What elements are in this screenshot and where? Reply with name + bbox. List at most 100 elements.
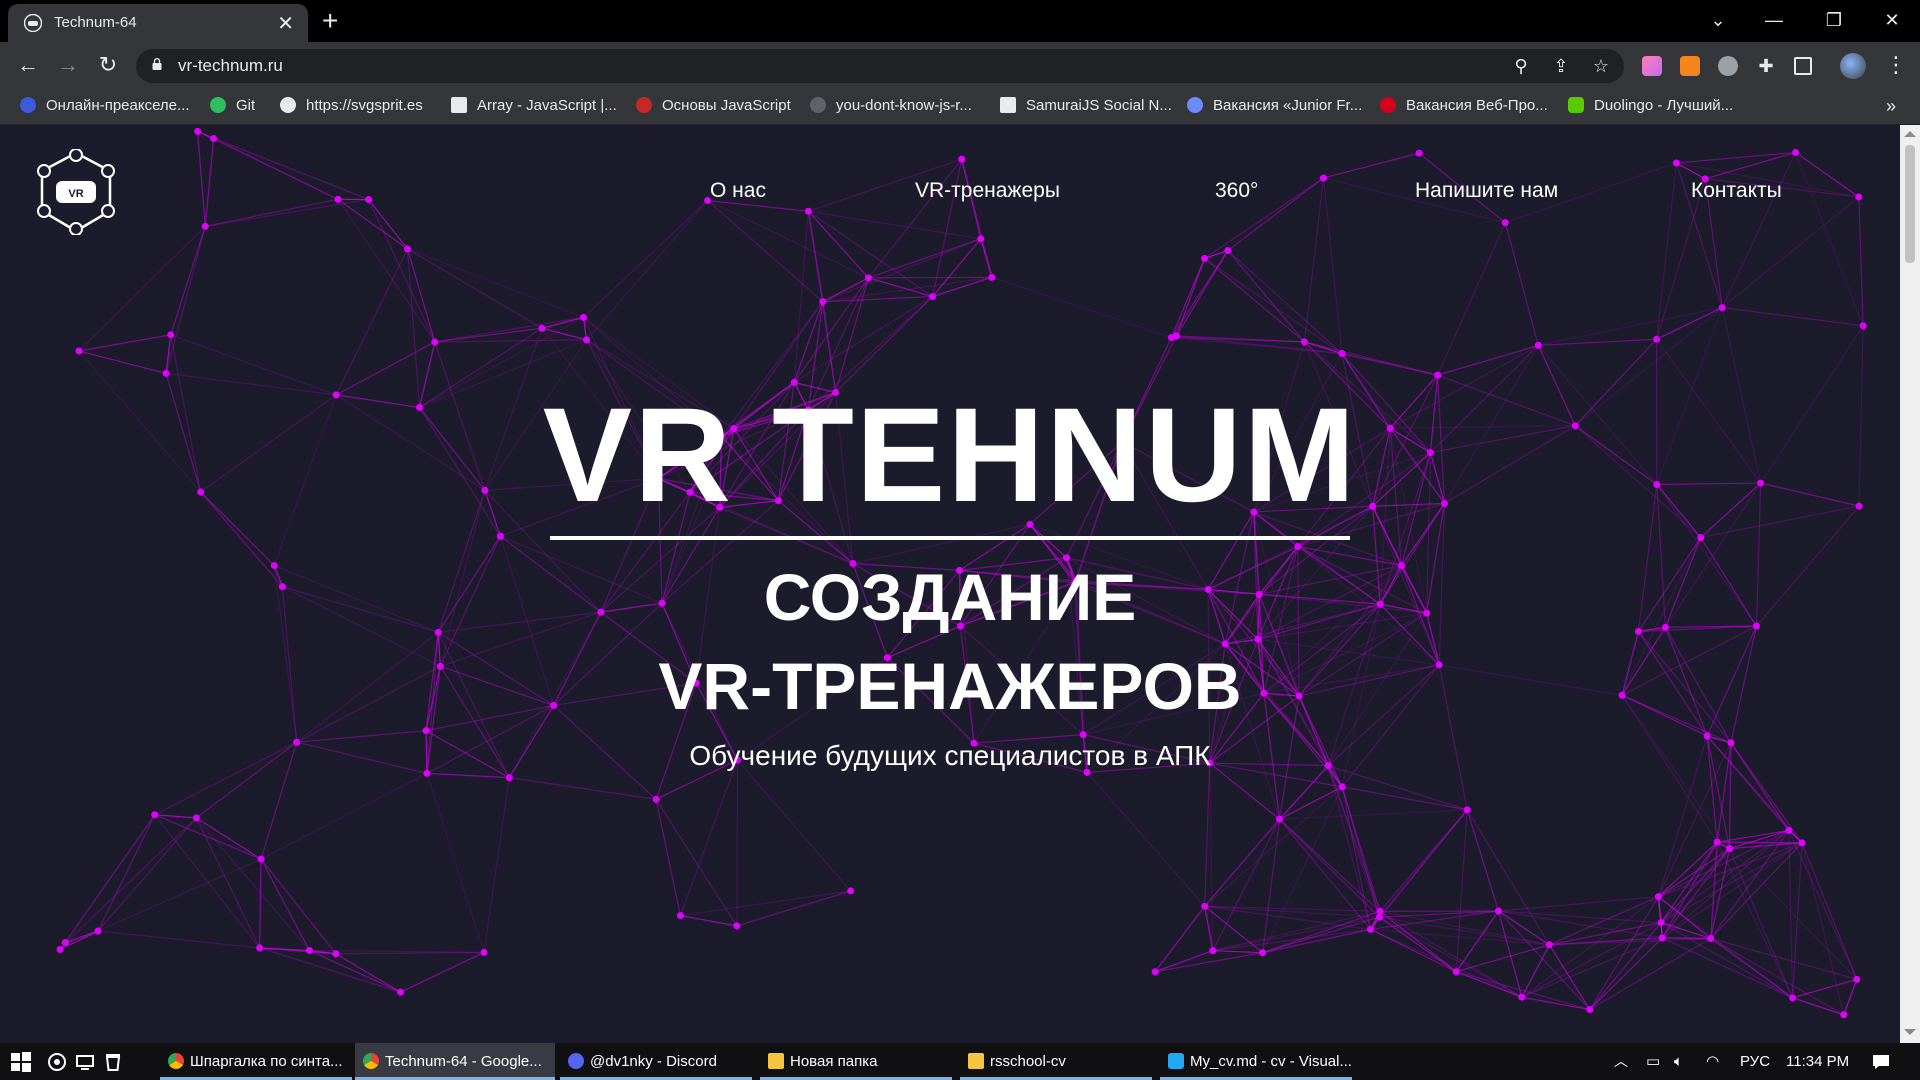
- network-link: [1455, 910, 1499, 973]
- lock-icon[interactable]: [152, 58, 162, 70]
- network-link: [586, 200, 709, 341]
- notifications-icon[interactable]: [1870, 1051, 1892, 1073]
- network-node: [1209, 947, 1217, 955]
- nav-link-write-us[interactable]: Напишите нам: [1415, 179, 1558, 203]
- back-icon[interactable]: ←: [12, 50, 44, 82]
- network-node: [1375, 913, 1383, 921]
- folder-icon: [768, 1053, 784, 1069]
- taskbar-app[interactable]: rsschool-cv: [960, 1043, 1152, 1080]
- reload-icon[interactable]: ↻: [92, 50, 124, 82]
- minimize-window-icon[interactable]: —: [1746, 4, 1802, 36]
- language-indicator[interactable]: РУС: [1740, 1043, 1770, 1080]
- nav-link-about[interactable]: О нас: [710, 179, 766, 203]
- hero-title: VR TEHNUM: [542, 381, 1358, 530]
- taskbar-app[interactable]: Шпаргалка по синта...: [160, 1043, 352, 1080]
- network-node: [496, 532, 504, 540]
- network-node: [1658, 934, 1666, 942]
- vpn-globe-extension-icon[interactable]: [1718, 56, 1738, 76]
- nav-link-360[interactable]: 360°: [1215, 179, 1258, 203]
- network-node: [1079, 731, 1087, 739]
- browser-tab-active[interactable]: Technum-64 ✕: [8, 4, 308, 42]
- bookmark-item[interactable]: Онлайн-преакселе...: [20, 94, 190, 118]
- bookmark-star-icon[interactable]: ☆: [1590, 56, 1612, 78]
- scrollbar-thumb[interactable]: [1905, 145, 1915, 263]
- folder-icon: [968, 1053, 984, 1069]
- network-node: [1338, 783, 1346, 791]
- windows-start-icon[interactable]: [10, 1051, 32, 1073]
- network-node: [1151, 968, 1159, 976]
- network-link: [1155, 952, 1263, 973]
- restore-window-icon[interactable]: ❐: [1806, 4, 1862, 36]
- scroll-down-arrow-icon[interactable]: [1904, 1029, 1916, 1035]
- network-link: [867, 158, 963, 279]
- wifi-icon[interactable]: ◠: [1706, 1043, 1719, 1080]
- site-logo[interactable]: VR: [36, 149, 116, 235]
- bookmark-item[interactable]: Duolingo - Лучший...: [1568, 94, 1733, 118]
- forward-icon[interactable]: →: [52, 50, 84, 82]
- share-icon[interactable]: ⇪: [1550, 56, 1572, 78]
- battery-icon[interactable]: ▭: [1646, 1043, 1660, 1080]
- network-link: [1858, 196, 1864, 326]
- bookmark-item[interactable]: you-dont-know-js-r...: [810, 94, 972, 118]
- taskbar-app-active[interactable]: Technum-64 - Google...: [355, 1043, 555, 1080]
- bookmark-item[interactable]: SamuraiJS Social N...: [1000, 94, 1172, 118]
- tab-search-icon[interactable]: ⌄: [1690, 4, 1746, 36]
- network-link: [1795, 152, 1864, 327]
- network-node: [404, 245, 412, 253]
- taskbar-app[interactable]: @dv1nky - Discord: [560, 1043, 752, 1080]
- close-tab-icon[interactable]: ✕: [277, 11, 294, 36]
- nav-link-contacts[interactable]: Контакты: [1691, 179, 1782, 203]
- recycle-bin-icon[interactable]: [102, 1051, 124, 1073]
- network-node: [804, 207, 812, 215]
- network-link: [337, 198, 408, 250]
- network-node: [1259, 949, 1267, 957]
- network-link: [1660, 848, 1730, 924]
- network-link: [337, 198, 436, 343]
- network-link: [368, 199, 436, 343]
- taskbar-app[interactable]: Новая папка: [760, 1043, 952, 1080]
- extensions-puzzle-icon[interactable]: ✚: [1756, 56, 1776, 76]
- bookmark-item[interactable]: Основы JavaScript: [636, 94, 791, 118]
- close-window-icon[interactable]: ✕: [1864, 4, 1920, 36]
- network-link: [1437, 222, 1506, 376]
- gradient-extension-icon[interactable]: [1642, 56, 1662, 76]
- network-node: [977, 235, 985, 243]
- bookmarks-bar: Онлайн-преакселе... Git https://svgsprit…: [0, 88, 1920, 125]
- address-bar[interactable]: vr-technum.ru ⚲ ⇪ ☆: [136, 49, 1624, 83]
- scroll-up-arrow-icon[interactable]: [1904, 131, 1916, 137]
- address-url[interactable]: vr-technum.ru: [178, 56, 283, 76]
- network-node: [733, 922, 741, 930]
- taskbar-app[interactable]: My_cv.md - cv - Visual...: [1160, 1043, 1352, 1080]
- bookmark-item[interactable]: Вакансия «Junior Fr...: [1187, 94, 1362, 118]
- profile-avatar[interactable]: [1840, 53, 1866, 79]
- network-link: [260, 772, 428, 860]
- network-node: [538, 324, 546, 332]
- nav-link-vr-trainers[interactable]: VR-тренажеры: [915, 179, 1060, 203]
- network-node: [1201, 254, 1209, 262]
- bookmark-item[interactable]: Git: [210, 94, 255, 118]
- cortana-icon[interactable]: [46, 1051, 68, 1073]
- bookmark-item[interactable]: Вакансия Веб-Про...: [1380, 94, 1548, 118]
- gear-badge-icon: [1187, 97, 1203, 113]
- network-link: [1370, 928, 1523, 998]
- more-bookmarks-icon[interactable]: »: [1886, 94, 1896, 118]
- hero-description: Обучение будущих специалистов в АПК: [689, 740, 1211, 771]
- zoom-icon[interactable]: ⚲: [1510, 56, 1532, 78]
- network-node: [1224, 246, 1232, 254]
- bookmark-item[interactable]: https://svgsprit.es: [280, 94, 423, 118]
- network-link: [1279, 809, 1468, 820]
- network-link: [793, 301, 824, 383]
- metamask-extension-icon[interactable]: [1680, 56, 1700, 76]
- network-link: [483, 777, 510, 953]
- bookmark-item[interactable]: Array - JavaScript |...: [451, 94, 617, 118]
- show-hidden-icons-icon[interactable]: ︿: [1614, 1043, 1628, 1080]
- browser-menu-icon[interactable]: ⋮: [1880, 50, 1912, 82]
- network-node: [397, 988, 405, 996]
- page-scrollbar[interactable]: [1900, 125, 1920, 1043]
- new-tab-button[interactable]: +: [322, 4, 338, 38]
- side-panel-icon[interactable]: [1794, 57, 1812, 75]
- volume-icon[interactable]: 🔈︎: [1674, 1043, 1683, 1080]
- clock[interactable]: 11:34 PM: [1786, 1043, 1849, 1080]
- network-node: [1463, 806, 1471, 814]
- task-view-icon[interactable]: [74, 1051, 96, 1073]
